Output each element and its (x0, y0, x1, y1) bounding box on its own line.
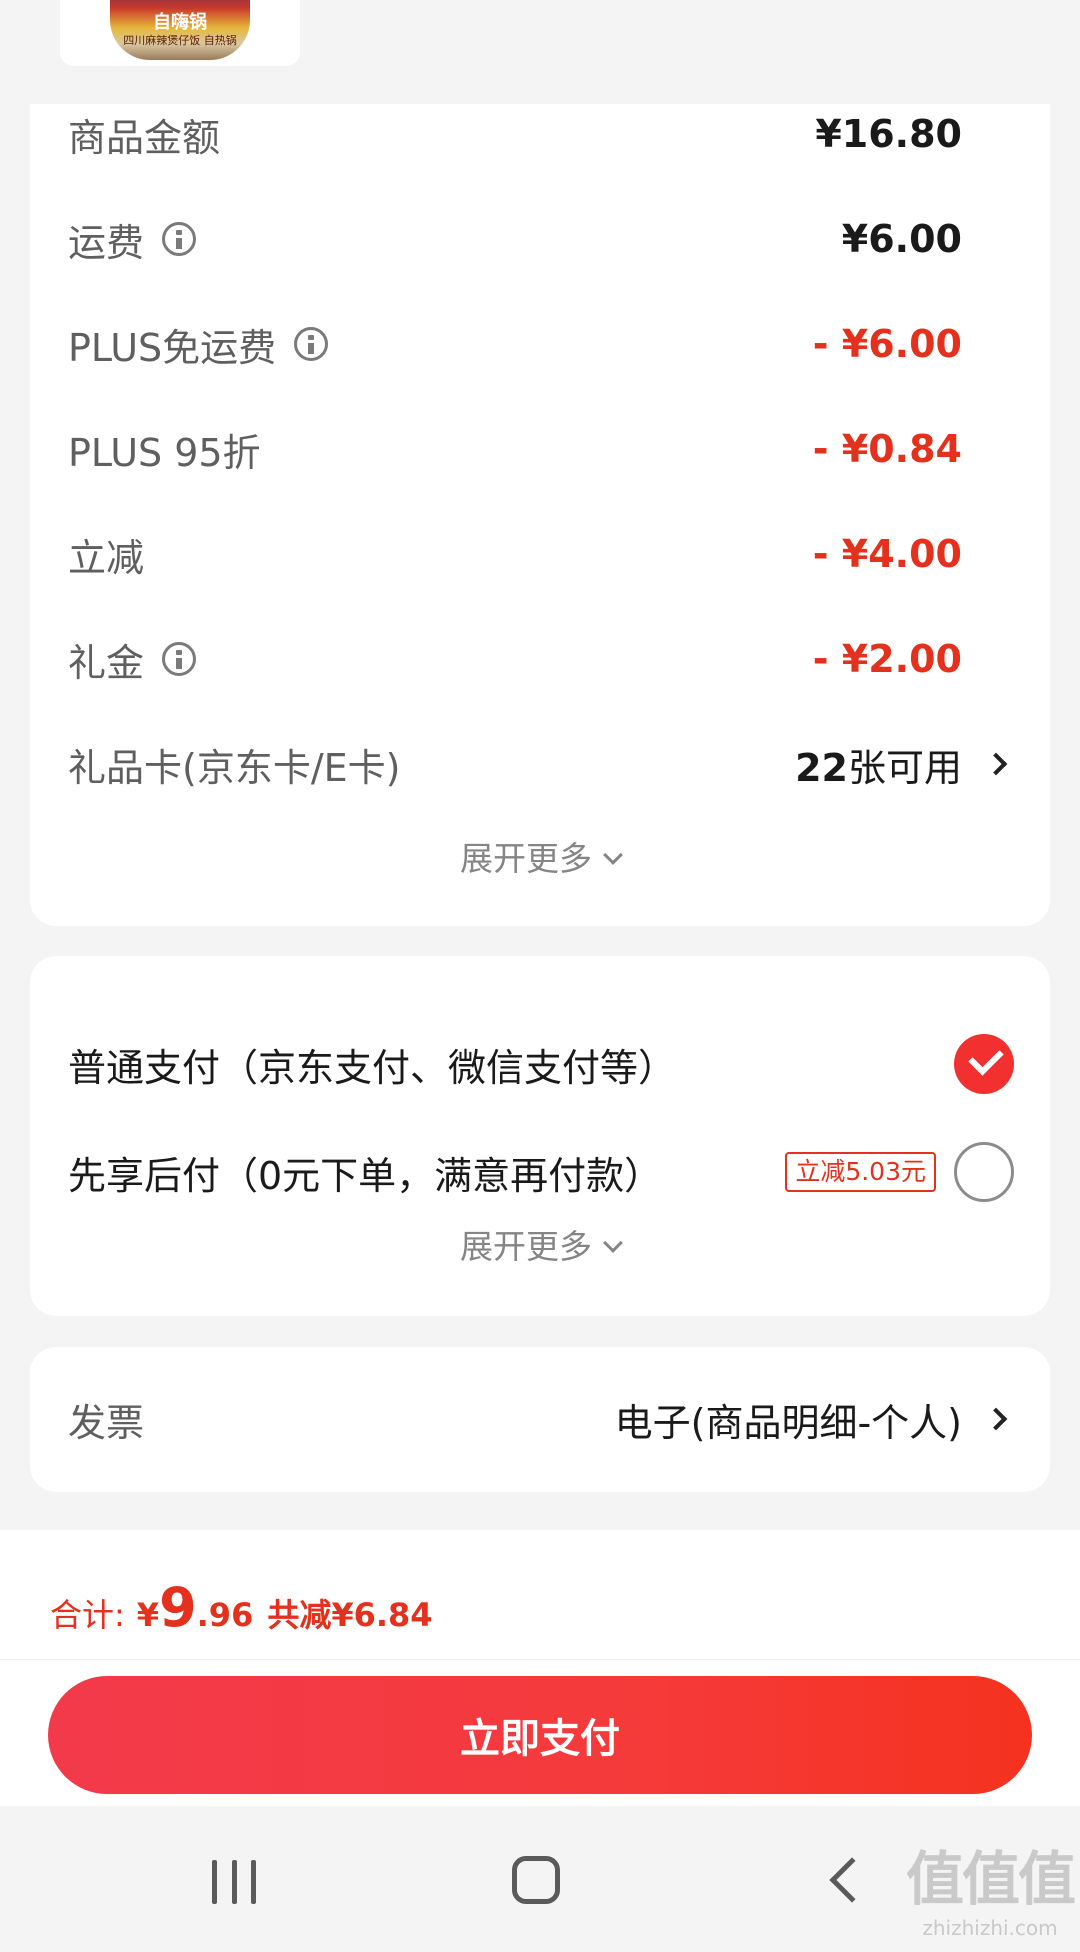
payment-option-pay-later[interactable]: 先享后付（0元下单，满意再付款） 立减5.03元 (68, 1140, 1014, 1204)
home-icon[interactable] (512, 1856, 560, 1904)
watermark-sub: zhizhizhi.com (922, 1916, 1058, 1940)
system-nav-bar: 值值值 zhizhizhi.com (0, 1806, 1080, 1952)
row-amount: - ¥2.00 (812, 637, 962, 681)
row-shipping: 运费 ¥6.00 (68, 209, 1012, 269)
row-gift-money: 礼金 - ¥2.00 (68, 629, 1012, 689)
info-icon[interactable] (162, 642, 197, 676)
row-label: PLUS免运费 (68, 325, 277, 370)
check-icon[interactable] (954, 1034, 1014, 1094)
chevron-right-icon (984, 1407, 1008, 1431)
row-gift-card[interactable]: 礼品卡(京东卡/E卡) 22张可用 (68, 734, 1012, 794)
total-integer: 9 (159, 1576, 197, 1639)
row-plus-discount: PLUS 95折 - ¥0.84 (68, 419, 1012, 479)
row-label: 运费 (68, 220, 145, 265)
row-amount: ¥6.00 (841, 217, 962, 261)
row-amount: - ¥4.00 (812, 532, 962, 576)
invoice-value: 电子(商品明细-个人) (614, 1400, 962, 1445)
total-label: 合计: (50, 1596, 125, 1634)
row-goods-amount: 商品金额 ¥16.80 (68, 104, 1012, 164)
giftcard-available: 22张可用 (795, 737, 962, 792)
info-icon[interactable] (294, 327, 329, 361)
row-amount: ¥16.80 (815, 112, 962, 156)
total-decimal: .96 (196, 1596, 254, 1634)
chevron-right-icon (984, 752, 1008, 776)
row-label: 立减 (68, 535, 145, 580)
total-bar: 合计: ¥ 9 .96 共减¥6.84 (0, 1530, 1080, 1660)
product-thumbnail[interactable]: 自嗨锅 四川麻辣煲仔饭 自热锅 (60, 0, 300, 66)
total-saved: 共减¥6.84 (267, 1596, 433, 1634)
price-summary-card: 商品金额 ¥16.80 运费 ¥6.00 PLUS免运费 - ¥6.00 PLU… (30, 104, 1050, 926)
row-invoice[interactable]: 发票 电子(商品明细-个人) (68, 1389, 1012, 1449)
payment-method-card: 普通支付（京东支付、微信支付等） 先享后付（0元下单，满意再付款） 立减5.03… (30, 956, 1050, 1316)
row-amount: - ¥0.84 (812, 427, 962, 471)
row-plus-free-shipping: PLUS免运费 - ¥6.00 (68, 314, 1012, 374)
giftcard-count: 22 (795, 745, 848, 790)
watermark: 值值值 zhizhizhi.com (905, 1832, 1076, 1940)
product-brand: 自嗨锅 (153, 12, 207, 33)
row-label: 礼金 (68, 640, 145, 685)
invoice-card[interactable]: 发票 电子(商品明细-个人) (30, 1347, 1050, 1492)
giftcard-suffix: 张可用 (847, 745, 962, 790)
back-icon[interactable] (829, 1857, 875, 1903)
chevron-down-icon (603, 1233, 623, 1253)
discount-tag: 立减5.03元 (785, 1152, 936, 1192)
product-subtitle: 四川麻辣煲仔饭 自热锅 (123, 34, 237, 47)
radio-unselected[interactable] (954, 1142, 1014, 1202)
payment-option-label: 普通支付（京东支付、微信支付等） (68, 1045, 677, 1090)
row-label: PLUS 95折 (68, 430, 261, 475)
chevron-down-icon (603, 845, 623, 865)
invoice-label: 发票 (68, 1400, 145, 1445)
recents-icon[interactable] (212, 1860, 256, 1904)
expand-label: 展开更多 (460, 1227, 592, 1266)
pay-now-button[interactable]: 立即支付 (48, 1676, 1032, 1794)
expand-more-summary[interactable]: 展开更多 (30, 832, 1050, 880)
row-amount: - ¥6.00 (812, 322, 962, 366)
total-amount: 合计: ¥ 9 .96 共减¥6.84 (50, 1576, 433, 1639)
info-icon[interactable] (162, 222, 197, 256)
checkout-page: 自嗨锅 四川麻辣煲仔饭 自热锅 商品金额 ¥16.80 运费 ¥6.00 PLU… (0, 0, 1080, 1952)
watermark-main: 值值值 (905, 1845, 1076, 1913)
row-label: 礼品卡(京东卡/E卡) (68, 745, 401, 790)
payment-option-standard[interactable]: 普通支付（京东支付、微信支付等） (68, 1032, 1014, 1096)
expand-label: 展开更多 (460, 839, 592, 878)
product-image: 自嗨锅 四川麻辣煲仔饭 自热锅 (110, 0, 250, 60)
pay-area: 立即支付 (0, 1660, 1080, 1806)
row-instant-discount: 立减 - ¥4.00 (68, 524, 1012, 584)
payment-option-label: 先享后付（0元下单，满意再付款） (68, 1153, 663, 1198)
expand-more-payment[interactable]: 展开更多 (30, 1220, 1050, 1268)
total-currency: ¥ (136, 1596, 160, 1634)
row-label: 商品金额 (68, 115, 221, 160)
